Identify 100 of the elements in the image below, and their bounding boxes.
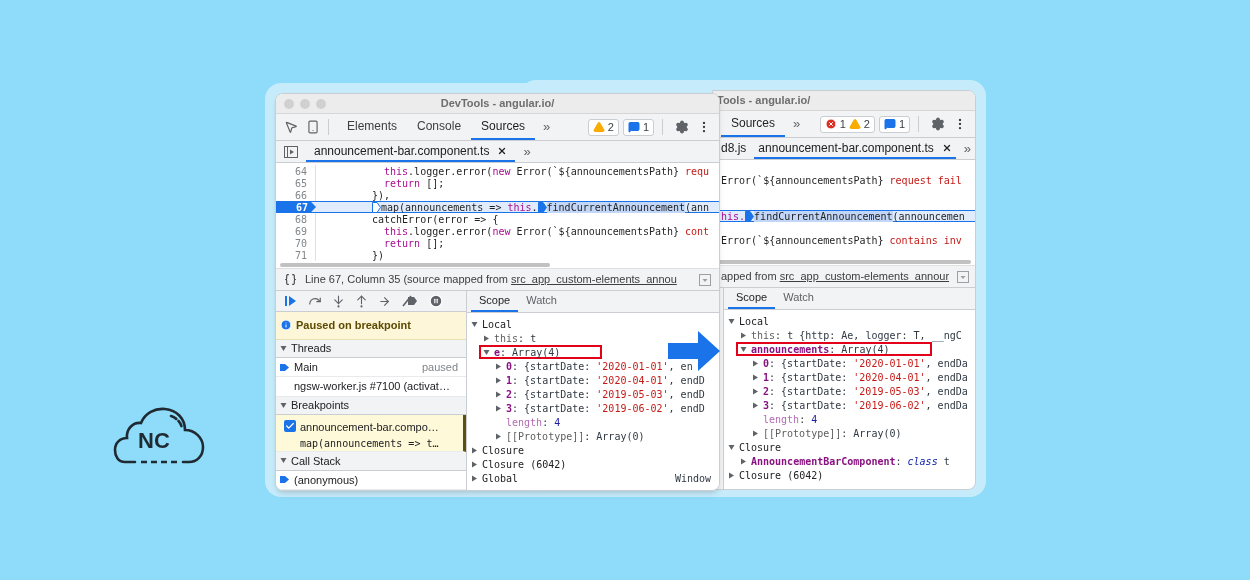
thread-item[interactable]: ngsw-worker.js #7100 (activat… xyxy=(276,377,466,397)
disclosure-triangle-icon[interactable] xyxy=(752,373,759,381)
disclosure-triangle-icon[interactable] xyxy=(740,345,747,353)
scope-title: Local xyxy=(482,317,513,332)
close-icon[interactable] xyxy=(497,145,508,156)
issues-button[interactable]: 1 xyxy=(878,115,910,133)
property-entry: this: t {http: Ae, logger: T, __ngC xyxy=(751,328,962,343)
disclosure-triangle-icon[interactable] xyxy=(471,474,478,482)
issues-button[interactable]: 1 2 xyxy=(819,115,875,133)
disclosure-triangle-icon[interactable] xyxy=(752,401,759,409)
disclosure-triangle-icon[interactable] xyxy=(495,404,502,412)
code-text: catchError(error => { xyxy=(372,213,499,227)
scope-title: Closure xyxy=(739,440,782,455)
panel-tab[interactable]: Elements xyxy=(337,114,408,140)
scope-tab[interactable]: Scope xyxy=(728,288,776,309)
issues-button[interactable]: 2 xyxy=(587,118,619,136)
window-title: Tools - angular.io/ xyxy=(717,93,811,109)
disclosure-triangle-icon[interactable] xyxy=(740,331,747,339)
breakpoint-item[interactable]: announcement-bar.compo… map(announcements => t… xyxy=(276,415,466,453)
scope-tab[interactable]: Scope xyxy=(471,291,519,312)
line-number[interactable]: 64 xyxy=(276,165,316,177)
scrollbar-thumb[interactable] xyxy=(717,259,971,264)
disclosure-triangle-icon[interactable] xyxy=(280,457,287,465)
paused-message: Paused on breakpoint xyxy=(296,318,411,334)
disclosure-triangle-icon[interactable] xyxy=(728,471,735,479)
step-into-icon[interactable] xyxy=(332,294,345,308)
line-number[interactable]: 67 xyxy=(276,202,316,212)
code-text: this.logger.error(new Error(`${announcementsPath} requ xyxy=(384,164,710,179)
checkbox[interactable] xyxy=(284,420,296,433)
issues-button[interactable]: 1 xyxy=(622,118,654,136)
disclosure-triangle-icon[interactable] xyxy=(471,460,478,468)
disclosure-triangle-icon[interactable] xyxy=(280,344,287,352)
pause-icon[interactable] xyxy=(429,294,443,309)
warning-icon xyxy=(592,121,605,133)
device-icon[interactable] xyxy=(306,120,320,134)
code-text: return []; xyxy=(384,177,445,191)
status-text: Line 67, Column 35 (source mapped from src_app_custom-elements_annou xyxy=(305,272,677,288)
code-text: Error(`${announcementsPath} request fail xyxy=(721,173,962,188)
panel-tab[interactable]: Console xyxy=(407,114,472,140)
disclosure-triangle-icon[interactable] xyxy=(495,362,502,370)
disclosure-triangle-icon[interactable] xyxy=(495,376,502,384)
disclosure-triangle-icon[interactable] xyxy=(471,446,478,454)
disclosure-triangle-icon[interactable] xyxy=(728,317,735,325)
code-text: findCurrentAnnouncement(announcemen xyxy=(754,209,965,224)
property-entry: e: Array(4) xyxy=(494,345,561,360)
arrow-marker-icon xyxy=(280,362,289,372)
call-frame-item[interactable]: (anonymous) xyxy=(276,470,466,490)
message-icon xyxy=(627,121,640,133)
scope-tab[interactable]: Watch xyxy=(775,288,822,309)
error-icon xyxy=(824,118,837,130)
arrow-icon xyxy=(668,331,720,371)
line-number[interactable]: 69 xyxy=(276,225,316,237)
property-entry: 2: {startDate: '2019-05-03', endDa xyxy=(763,384,968,399)
disclosure-triangle-icon[interactable] xyxy=(483,334,490,342)
property-entry: 1: {startDate: '2020-04-01', endDa xyxy=(763,370,968,385)
scrollbar-thumb[interactable] xyxy=(280,262,550,267)
disclosure-triangle-icon[interactable] xyxy=(483,348,490,356)
settings-icon[interactable] xyxy=(931,117,945,131)
code-text: }), xyxy=(372,188,391,203)
disclosure-triangle-icon[interactable] xyxy=(495,390,502,398)
tag-slash-icon[interactable] xyxy=(401,295,419,308)
section-header[interactable]: Call Stack xyxy=(276,452,466,471)
disclosure-triangle-icon[interactable] xyxy=(752,359,759,367)
code-text: return []; xyxy=(384,237,445,251)
scope-title: Closure (6042) xyxy=(739,468,824,483)
message-icon xyxy=(883,118,896,130)
thread-item[interactable]: Main paused xyxy=(276,357,466,378)
more-tabs-button[interactable]: » xyxy=(785,114,809,134)
marker-icon[interactable] xyxy=(372,201,381,213)
line-number[interactable]: 70 xyxy=(276,237,316,249)
step-icon[interactable] xyxy=(378,294,391,308)
scope-tab[interactable]: Watch xyxy=(518,291,565,312)
settings-icon[interactable] xyxy=(675,120,689,134)
more-tabs-button[interactable]: » xyxy=(535,117,559,137)
property-entry: [[Prototype]]: Array(0) xyxy=(763,426,902,441)
more-files-button[interactable]: » xyxy=(519,141,535,162)
disclosure-triangle-icon[interactable] xyxy=(728,443,735,451)
disclosure-triangle-icon[interactable] xyxy=(740,457,747,465)
more-files-button[interactable]: » xyxy=(959,138,975,159)
resume-icon[interactable] xyxy=(284,295,298,308)
status-text: apped from src_app_custom-elements_annour xyxy=(721,269,950,285)
disclosure-triangle-icon[interactable] xyxy=(471,320,478,328)
disclosure-triangle-icon[interactable] xyxy=(752,387,759,395)
line-number[interactable]: 68 xyxy=(276,213,316,225)
source-link[interactable]: src_app_custom-elements_annour xyxy=(779,270,950,283)
disclosure-triangle-icon[interactable] xyxy=(280,401,287,409)
scope-title: Global xyxy=(482,471,519,486)
breakpoint-code: map(announcements => t… xyxy=(300,436,439,451)
breakpoint-label: announcement-bar.compo… xyxy=(300,420,439,436)
inspect-icon[interactable] xyxy=(284,120,298,134)
disclosure-triangle-icon[interactable] xyxy=(752,429,759,437)
line-number[interactable]: 65 xyxy=(276,177,316,189)
step-out-icon[interactable] xyxy=(355,294,368,308)
close-icon[interactable] xyxy=(941,142,952,153)
file-tab[interactable]: d8.js xyxy=(717,138,751,159)
code-text: this.logger.error(new Error(`${announcementsPath} cont xyxy=(384,225,710,239)
disclosure-triangle-icon[interactable] xyxy=(495,432,502,440)
braces-icon[interactable] xyxy=(284,273,297,286)
panel-toggle-icon[interactable] xyxy=(284,145,298,158)
source-link[interactable]: src_app_custom-elements_annou xyxy=(511,273,677,286)
